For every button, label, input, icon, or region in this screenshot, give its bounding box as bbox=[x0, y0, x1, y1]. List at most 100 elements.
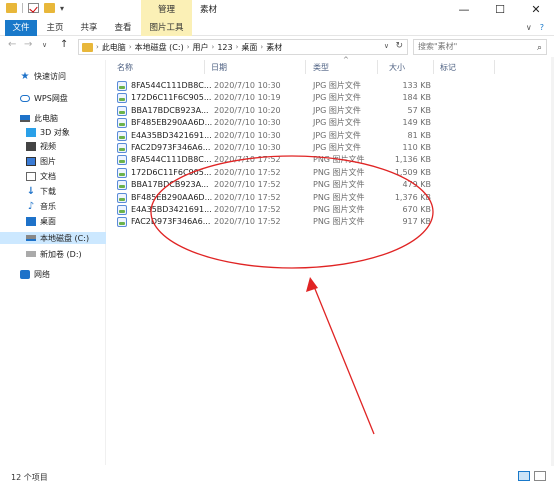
divider[interactable] bbox=[305, 60, 306, 74]
image-file-icon bbox=[117, 167, 127, 178]
sidebar-item-downloads[interactable]: ↓ 下载 bbox=[0, 185, 106, 197]
breadcrumb[interactable]: › 此电脑 › 本地磁盘 (C:) › 用户 › 123 › 桌面 › 素材 ∨… bbox=[78, 39, 408, 55]
address-dropdown-icon[interactable]: ∨ bbox=[384, 42, 389, 50]
customize-toolbar-icon[interactable]: ▾ bbox=[60, 4, 64, 13]
file-name: 172D6C11F6C905... bbox=[131, 167, 212, 177]
column-header-date[interactable]: 日期 bbox=[211, 62, 227, 74]
breadcrumb-desktop[interactable]: 桌面 bbox=[241, 42, 257, 53]
star-icon: ★ bbox=[20, 70, 30, 82]
file-date: 2020/7/10 10:30 bbox=[214, 143, 281, 152]
tab-file[interactable]: 文件 bbox=[5, 20, 37, 36]
back-arrow-icon[interactable]: ← bbox=[8, 39, 16, 50]
properties-check-icon[interactable] bbox=[28, 3, 39, 13]
table-row[interactable]: FAC2D973F346A6... 2020/7/10 10:30 JPG 图片文件… bbox=[117, 142, 447, 154]
computer-icon bbox=[20, 114, 30, 122]
close-button[interactable]: ✕ bbox=[518, 0, 554, 20]
drive-icon bbox=[26, 251, 36, 257]
tab-view[interactable]: 查看 bbox=[110, 20, 136, 36]
table-row[interactable]: 172D6C11F6C905... 2020/7/10 17:52 PNG 图片文件… bbox=[117, 167, 447, 179]
sidebar-item-pictures[interactable]: 图片 bbox=[0, 155, 106, 167]
help-icon[interactable]: ? bbox=[540, 23, 544, 32]
up-arrow-icon[interactable]: ↑ bbox=[60, 39, 68, 50]
context-tab-manage[interactable]: 管理 bbox=[141, 0, 192, 20]
table-row[interactable]: 8FA544C111DB8C... 2020/7/10 10:30 JPG 图片文件… bbox=[117, 80, 447, 92]
image-file-icon bbox=[117, 143, 127, 153]
column-header-tags[interactable]: 标记 bbox=[440, 62, 456, 74]
minimize-button[interactable]: — bbox=[446, 0, 482, 20]
file-size: 1,509 KB bbox=[394, 167, 431, 177]
sidebar-item-videos[interactable]: 视频 bbox=[0, 140, 106, 152]
drive-icon bbox=[26, 235, 36, 241]
sidebar-item-label: 图片 bbox=[40, 156, 56, 166]
forward-arrow-icon[interactable]: → bbox=[24, 39, 32, 50]
table-row[interactable]: BF485EB290AA6D... 2020/7/10 17:52 PNG 图片文件… bbox=[117, 192, 447, 204]
sidebar-item-label: 网络 bbox=[34, 269, 50, 279]
image-file-icon bbox=[117, 217, 127, 228]
sidebar-item-new-volume-d[interactable]: 新加卷 (D:) bbox=[0, 248, 106, 260]
table-row[interactable]: 172D6C11F6C905... 2020/7/10 10:19 JPG 图片文件… bbox=[117, 92, 447, 104]
file-name: 8FA544C111DB8C... bbox=[131, 81, 212, 90]
tab-share[interactable]: 共享 bbox=[76, 20, 102, 36]
table-row[interactable]: E4A35BD3421691... 2020/7/10 17:52 PNG 图片文件… bbox=[117, 204, 447, 216]
expand-ribbon-icon[interactable]: ∨ bbox=[526, 23, 532, 32]
search-input[interactable]: 搜索"素材" ⌕ bbox=[413, 39, 547, 55]
search-icon[interactable]: ⌕ bbox=[537, 41, 542, 55]
sidebar-item-local-disk-c[interactable]: 本地磁盘 (C:) bbox=[0, 232, 106, 244]
divider[interactable] bbox=[204, 60, 205, 74]
breadcrumb-this-pc[interactable]: 此电脑 bbox=[102, 42, 126, 53]
breadcrumb-separator: › bbox=[96, 43, 99, 51]
table-row[interactable]: E4A35BD3421691... 2020/7/10 10:30 JPG 图片文件… bbox=[117, 130, 447, 142]
refresh-icon[interactable]: ↻ bbox=[395, 41, 403, 51]
column-header-type[interactable]: 类型 bbox=[313, 62, 329, 74]
sidebar-item-documents[interactable]: 文档 bbox=[0, 170, 106, 182]
sidebar-item-label: 音乐 bbox=[40, 201, 56, 211]
sort-ascending-icon: ^ bbox=[343, 56, 349, 64]
breadcrumb-users[interactable]: 用户 bbox=[193, 42, 209, 53]
breadcrumb-separator: › bbox=[235, 43, 239, 51]
breadcrumb-123[interactable]: 123 bbox=[217, 43, 232, 52]
tab-home[interactable]: 主页 bbox=[42, 20, 68, 36]
large-icons-view-icon[interactable] bbox=[534, 471, 546, 481]
table-row[interactable]: 8FA544C111DB8C... 2020/7/10 17:52 PNG 图片文件… bbox=[117, 154, 447, 166]
file-date: 2020/7/10 10:30 bbox=[214, 130, 281, 140]
column-header-size[interactable]: 大小 bbox=[389, 62, 405, 74]
item-count: 12 个项目 bbox=[11, 473, 48, 482]
file-size: 110 KB bbox=[402, 143, 431, 152]
sidebar-item-desktop[interactable]: 桌面 bbox=[0, 215, 106, 227]
sidebar-item-network[interactable]: 网络 bbox=[0, 268, 106, 280]
table-row[interactable]: FAC2D973F346A6... 2020/7/10 17:52 PNG 图片文件… bbox=[117, 216, 447, 228]
file-date: 2020/7/10 17:52 bbox=[214, 180, 281, 190]
file-date: 2020/7/10 17:52 bbox=[214, 205, 281, 214]
divider[interactable] bbox=[377, 60, 378, 74]
title-bar: ▾ 管理 素材 — ☐ ✕ bbox=[0, 0, 554, 20]
folder-icon bbox=[82, 42, 93, 52]
divider[interactable] bbox=[433, 60, 434, 74]
table-row[interactable]: BBA17BDCB923A... 2020/7/10 10:20 JPG 图片文件 5… bbox=[117, 105, 447, 117]
tab-picture-tools[interactable]: 图片工具 bbox=[141, 20, 192, 36]
file-type: JPG 图片文件 bbox=[313, 143, 361, 152]
breadcrumb-local-disk[interactable]: 本地磁盘 (C:) bbox=[135, 42, 184, 53]
table-row[interactable]: BBA17BDCB923A... 2020/7/10 17:52 PNG 图片文件 4… bbox=[117, 179, 447, 191]
sidebar-item-this-pc[interactable]: 此电脑 bbox=[0, 112, 106, 124]
maximize-button[interactable]: ☐ bbox=[482, 0, 518, 20]
file-name: 8FA544C111DB8C... bbox=[131, 155, 212, 165]
sidebar-item-label: 桌面 bbox=[40, 216, 56, 226]
pictures-icon bbox=[26, 156, 36, 166]
sidebar-item-label: 快速访问 bbox=[34, 71, 66, 81]
sidebar-item-3d-objects[interactable]: 3D 对象 bbox=[0, 126, 106, 138]
details-view-icon[interactable] bbox=[518, 471, 530, 481]
music-icon: ♪ bbox=[27, 200, 35, 212]
divider[interactable] bbox=[494, 60, 495, 74]
breadcrumb-current-folder[interactable]: 素材 bbox=[266, 42, 282, 53]
file-date: 2020/7/10 10:30 bbox=[214, 118, 281, 128]
sidebar-item-label: 新加卷 (D:) bbox=[40, 249, 82, 259]
sidebar-item-quick-access[interactable]: ★ 快速访问 bbox=[0, 70, 106, 82]
table-row[interactable]: BF485EB290AA6D... 2020/7/10 10:30 JPG 图片文件… bbox=[117, 117, 447, 129]
sidebar-item-wps-cloud[interactable]: WPS网盘 bbox=[0, 92, 106, 104]
new-folder-icon[interactable] bbox=[44, 3, 55, 13]
recent-locations-icon[interactable]: ∨ bbox=[42, 41, 47, 49]
breadcrumb-separator: › bbox=[186, 43, 190, 51]
sidebar-item-label: 此电脑 bbox=[34, 113, 58, 123]
column-header-name[interactable]: 名称 bbox=[117, 62, 133, 74]
sidebar-item-music[interactable]: ♪ 音乐 bbox=[0, 200, 106, 212]
